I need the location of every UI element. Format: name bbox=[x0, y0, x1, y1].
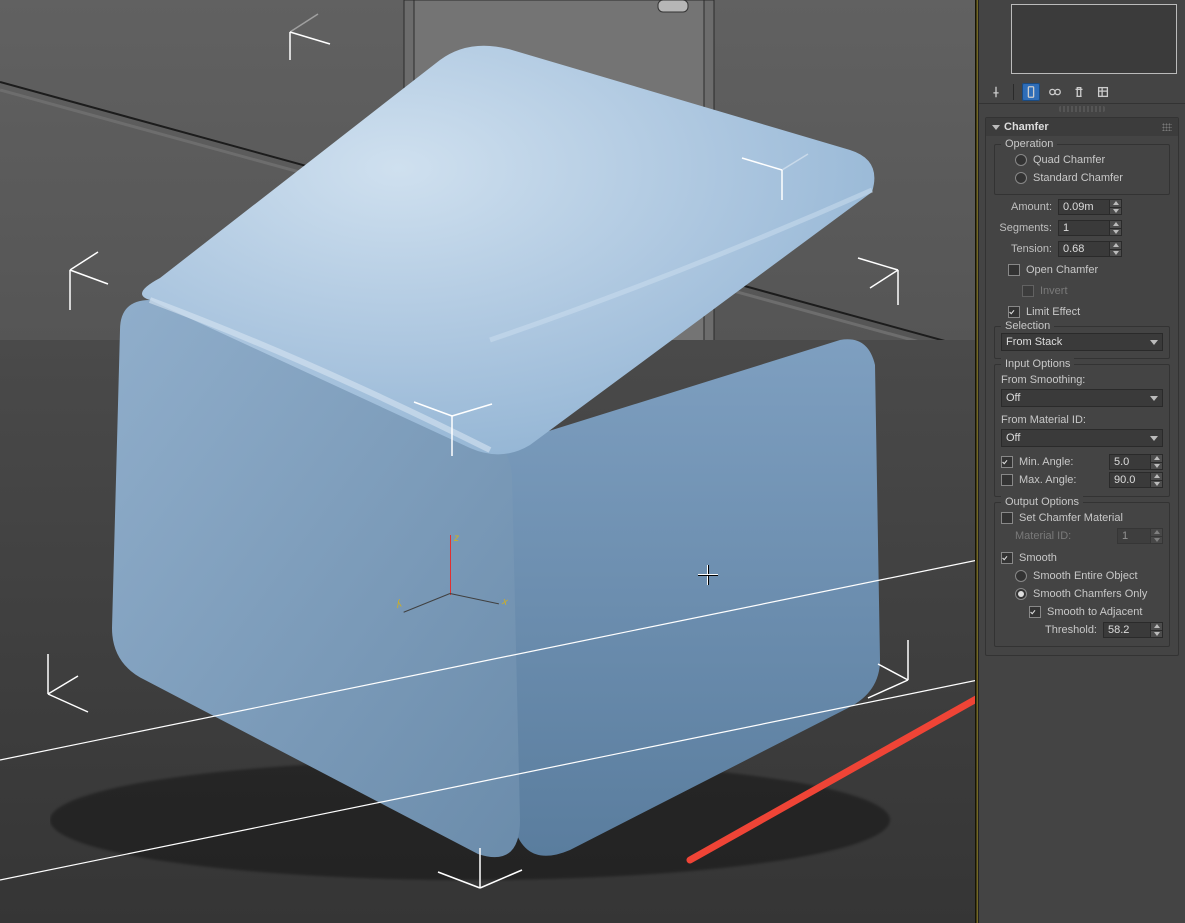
chevron-down-icon bbox=[1150, 436, 1158, 441]
tension-spinner[interactable] bbox=[1058, 241, 1122, 257]
smooth-chamfers-label: Smooth Chamfers Only bbox=[1033, 588, 1147, 600]
threshold-label: Threshold: bbox=[1015, 624, 1097, 636]
make-unique-icon[interactable] bbox=[1046, 83, 1064, 101]
amount-input[interactable] bbox=[1059, 200, 1109, 214]
limit-effect-checkbox[interactable] bbox=[1008, 306, 1020, 318]
configure-modifier-sets-icon[interactable] bbox=[1094, 83, 1112, 101]
from-matid-dropdown[interactable]: Off bbox=[1001, 429, 1163, 447]
input-options-group: Input Options From Smoothing: Off From M… bbox=[994, 364, 1170, 497]
material-id-spinner bbox=[1117, 528, 1163, 544]
material-id-label: Material ID: bbox=[1015, 530, 1111, 542]
operation-legend: Operation bbox=[1001, 138, 1057, 150]
chamfer-rollout: Chamfer Operation Quad Chamfer Standard … bbox=[985, 117, 1179, 656]
min-angle-spinner[interactable] bbox=[1109, 454, 1163, 470]
invert-checkbox bbox=[1022, 285, 1034, 297]
smooth-label: Smooth bbox=[1019, 552, 1057, 564]
chevron-down-icon bbox=[1150, 340, 1158, 345]
smooth-adjacent-checkbox[interactable] bbox=[1029, 606, 1041, 618]
smooth-checkbox[interactable] bbox=[1001, 552, 1013, 564]
viewport-3d[interactable] bbox=[0, 0, 978, 923]
pin-stack-icon[interactable] bbox=[987, 83, 1005, 101]
max-angle-label: Max. Angle: bbox=[1019, 474, 1103, 486]
chamfer-rollout-header[interactable]: Chamfer bbox=[986, 118, 1178, 136]
standard-chamfer-radio[interactable] bbox=[1015, 172, 1027, 184]
input-options-legend: Input Options bbox=[1001, 358, 1074, 370]
set-chamfer-material-label: Set Chamfer Material bbox=[1019, 512, 1123, 524]
chevron-down-icon bbox=[992, 125, 1000, 130]
from-smoothing-dropdown[interactable]: Off bbox=[1001, 389, 1163, 407]
selection-legend: Selection bbox=[1001, 320, 1054, 332]
output-options-group: Output Options Set Chamfer Material Mate… bbox=[994, 502, 1170, 647]
selection-value: From Stack bbox=[1006, 336, 1062, 348]
rollout-title: Chamfer bbox=[1004, 121, 1049, 133]
tension-input[interactable] bbox=[1059, 242, 1109, 256]
standard-chamfer-label: Standard Chamfer bbox=[1033, 172, 1123, 184]
amount-spinner[interactable] bbox=[1058, 199, 1122, 215]
set-chamfer-material-checkbox[interactable] bbox=[1001, 512, 1013, 524]
open-chamfer-checkbox[interactable] bbox=[1008, 264, 1020, 276]
spinner-up-icon[interactable] bbox=[1109, 200, 1121, 208]
spinner-down-icon[interactable] bbox=[1109, 208, 1121, 215]
from-matid-label: From Material ID: bbox=[1001, 414, 1086, 426]
smooth-entire-label: Smooth Entire Object bbox=[1033, 570, 1138, 582]
tension-label: Tension: bbox=[994, 243, 1052, 255]
invert-label: Invert bbox=[1040, 285, 1068, 297]
smooth-adjacent-label: Smooth to Adjacent bbox=[1047, 606, 1142, 618]
remove-modifier-icon[interactable] bbox=[1070, 83, 1088, 101]
min-angle-label: Min. Angle: bbox=[1019, 456, 1103, 468]
segments-spinner[interactable] bbox=[1058, 220, 1122, 236]
chevron-down-icon bbox=[1150, 396, 1158, 401]
chamfered-box-mesh[interactable] bbox=[50, 0, 950, 900]
smooth-entire-radio[interactable] bbox=[1015, 570, 1027, 582]
quad-chamfer-label: Quad Chamfer bbox=[1033, 154, 1105, 166]
show-end-result-icon[interactable] bbox=[1022, 83, 1040, 101]
selection-dropdown[interactable]: From Stack bbox=[1001, 333, 1163, 351]
operation-group: Operation Quad Chamfer Standard Chamfer bbox=[994, 144, 1170, 195]
quad-chamfer-radio[interactable] bbox=[1015, 154, 1027, 166]
amount-label: Amount: bbox=[994, 201, 1052, 213]
limit-effect-label: Limit Effect bbox=[1026, 306, 1080, 318]
command-panel: Chamfer Operation Quad Chamfer Standard … bbox=[978, 0, 1185, 923]
segments-label: Segments: bbox=[994, 222, 1052, 234]
selection-group: Selection From Stack bbox=[994, 326, 1170, 359]
min-angle-checkbox[interactable] bbox=[1001, 456, 1013, 468]
panel-drag-grip[interactable] bbox=[1059, 106, 1105, 112]
preview-thumbnail bbox=[1011, 4, 1177, 74]
max-angle-checkbox[interactable] bbox=[1001, 474, 1013, 486]
threshold-spinner[interactable] bbox=[1103, 622, 1163, 638]
open-chamfer-label: Open Chamfer bbox=[1026, 264, 1098, 276]
segments-input[interactable] bbox=[1059, 221, 1109, 235]
output-options-legend: Output Options bbox=[1001, 496, 1083, 508]
smooth-chamfers-radio[interactable] bbox=[1015, 588, 1027, 600]
max-angle-spinner[interactable] bbox=[1109, 472, 1163, 488]
rollout-grip-icon[interactable] bbox=[1162, 123, 1172, 131]
from-smoothing-label: From Smoothing: bbox=[1001, 374, 1085, 386]
modifier-stack-toolbar bbox=[979, 80, 1185, 104]
